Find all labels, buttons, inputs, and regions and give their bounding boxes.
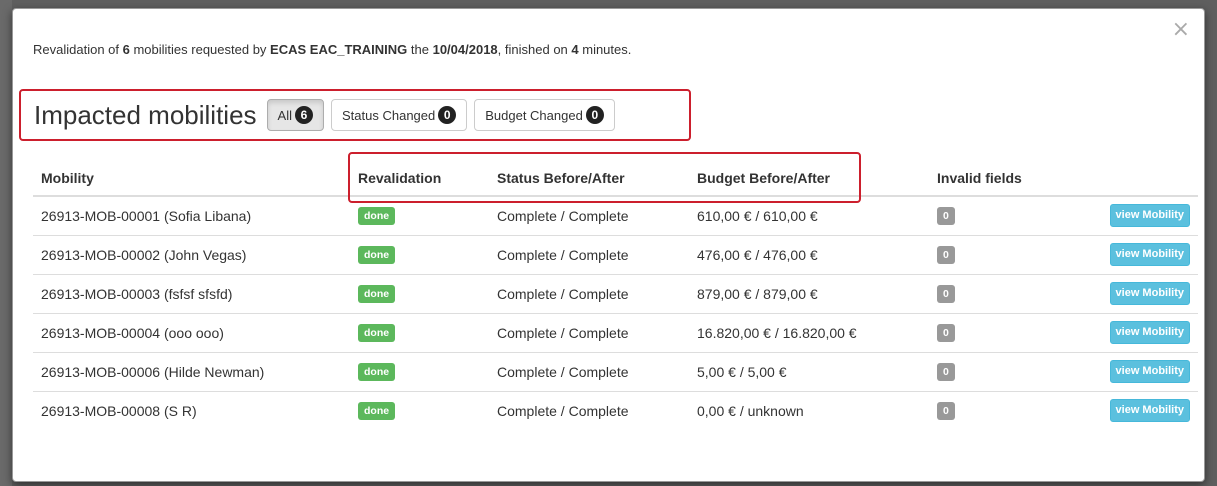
budget-cell: 476,00 € / 476,00 €: [689, 234, 929, 274]
table-row: 26913-MOB-00006 (Hilde Newman) done Comple…: [33, 351, 1198, 391]
page-title: Impacted mobilities: [34, 99, 257, 130]
status-badge: done: [358, 285, 396, 303]
status-cell: Complete / Complete: [489, 195, 689, 235]
tab-all[interactable]: All 6: [266, 99, 324, 131]
summary-count: 6: [122, 42, 130, 57]
mobility-cell: 26913-MOB-00003 (fsfsf sfsfd): [33, 273, 350, 313]
header-invalid-fields: Invalid fields: [929, 160, 1099, 197]
summary-prefix: Revalidation of: [33, 42, 123, 57]
summary-minutes: 4: [571, 42, 579, 57]
actions-cell: view Mobility: [1099, 351, 1198, 391]
invalid-fields-cell: 0: [929, 351, 1099, 391]
status-cell: Complete / Complete: [489, 234, 689, 274]
mobility-cell: 26913-MOB-00002 (John Vegas): [33, 234, 350, 274]
table-row: 26913-MOB-00002 (John Vegas) done Complete…: [33, 234, 1198, 274]
revalidation-summary: Revalidation of 6 mobilities requested b…: [33, 42, 631, 57]
budget-cell: 5,00 € / 5,00 €: [689, 351, 929, 391]
tab-budget-changed[interactable]: Budget Changed 0: [474, 99, 615, 131]
table-row: 26913-MOB-00001 (Sofia Libana) done Comple…: [33, 195, 1198, 235]
revalidation-cell: done: [350, 351, 489, 391]
view-mobility-button[interactable]: view Mobility: [1109, 204, 1190, 228]
status-badge: done: [358, 402, 396, 421]
invalid-fields-cell: 0: [929, 390, 1099, 430]
status-badge: done: [358, 246, 396, 264]
header-actions: [1099, 160, 1198, 197]
revalidation-cell: done: [350, 195, 489, 235]
tab-status-changed[interactable]: Status Changed 0: [331, 99, 468, 131]
status-badge: done: [358, 207, 396, 226]
actions-cell: view Mobility: [1099, 195, 1198, 235]
actions-cell: view Mobility: [1099, 273, 1198, 313]
view-mobility-button[interactable]: view Mobility: [1109, 399, 1190, 423]
tab-status-changed-label: Status Changed: [342, 107, 436, 123]
tab-budget-changed-count-badge: 0: [585, 106, 604, 124]
impacted-mobilities-header: Impacted mobilities All 6 Status Changed…: [19, 89, 691, 141]
view-mobility-button[interactable]: view Mobility: [1109, 282, 1190, 305]
summary-middle: mobilities requested by: [129, 42, 271, 57]
summary-date: 10/04/2018: [432, 42, 498, 57]
actions-cell: view Mobility: [1099, 234, 1198, 274]
revalidation-modal: × Revalidation of 6 mobilities requested…: [12, 8, 1205, 482]
mobility-cell: 26913-MOB-00008 (S R): [33, 390, 350, 430]
budget-cell: 0,00 € / unknown: [689, 390, 929, 430]
mobility-cell: 26913-MOB-00001 (Sofia Libana): [33, 195, 350, 235]
backdrop: [0, 0, 12, 486]
revalidation-cell: done: [350, 312, 489, 352]
invalid-count-badge: 0: [937, 363, 955, 381]
table-row: 26913-MOB-00004 (ooo ooo) done Complete / …: [33, 312, 1198, 352]
revalidation-cell: done: [350, 390, 489, 430]
mobilities-table: Mobility Revalidation Status Before/Afte…: [33, 160, 1198, 430]
table-row: 26913-MOB-00008 (S R) done Complete / Comp…: [33, 390, 1198, 430]
invalid-count-badge: 0: [937, 207, 955, 226]
tab-budget-changed-label: Budget Changed: [485, 107, 583, 123]
status-cell: Complete / Complete: [489, 351, 689, 391]
close-icon[interactable]: ×: [1172, 19, 1190, 41]
tab-all-label: All: [277, 107, 292, 123]
invalid-count-badge: 0: [937, 246, 955, 264]
header-budget: Budget Before/After: [689, 160, 929, 197]
summary-requester: ECAS EAC_TRAINING: [270, 42, 408, 57]
budget-cell: 610,00 € / 610,00 €: [689, 195, 929, 235]
tab-all-count-badge: 6: [295, 106, 313, 124]
invalid-count-badge: 0: [937, 402, 955, 421]
invalid-count-badge: 0: [937, 324, 955, 342]
status-cell: Complete / Complete: [489, 312, 689, 352]
revalidation-cell: done: [350, 273, 489, 313]
budget-cell: 879,00 € / 879,00 €: [689, 273, 929, 313]
summary-finished: , finished on: [497, 42, 572, 57]
tab-status-changed-count-badge: 0: [438, 106, 457, 124]
header-mobility: Mobility: [33, 160, 350, 197]
summary-suffix: minutes.: [578, 42, 632, 57]
status-badge: done: [358, 324, 396, 342]
view-mobility-button[interactable]: view Mobility: [1109, 360, 1190, 383]
status-cell: Complete / Complete: [489, 390, 689, 430]
invalid-fields-cell: 0: [929, 312, 1099, 352]
header-revalidation: Revalidation: [350, 160, 489, 197]
table-header-row: Mobility Revalidation Status Before/Afte…: [33, 160, 1198, 197]
status-cell: Complete / Complete: [489, 273, 689, 313]
table-row: 26913-MOB-00003 (fsfsf sfsfd) done Complet…: [33, 273, 1198, 313]
header-status: Status Before/After: [489, 160, 689, 197]
mobility-cell: 26913-MOB-00006 (Hilde Newman): [33, 351, 350, 391]
invalid-fields-cell: 0: [929, 273, 1099, 313]
invalid-fields-cell: 0: [929, 195, 1099, 235]
view-mobility-button[interactable]: view Mobility: [1109, 321, 1190, 344]
actions-cell: view Mobility: [1099, 390, 1198, 430]
view-mobility-button[interactable]: view Mobility: [1109, 243, 1190, 266]
summary-the: the: [407, 42, 433, 57]
actions-cell: view Mobility: [1099, 312, 1198, 352]
invalid-count-badge: 0: [937, 285, 955, 303]
revalidation-cell: done: [350, 234, 489, 274]
status-badge: done: [358, 363, 396, 381]
invalid-fields-cell: 0: [929, 234, 1099, 274]
mobility-cell: 26913-MOB-00004 (ooo ooo): [33, 312, 350, 352]
budget-cell: 16.820,00 € / 16.820,00 €: [689, 312, 929, 352]
